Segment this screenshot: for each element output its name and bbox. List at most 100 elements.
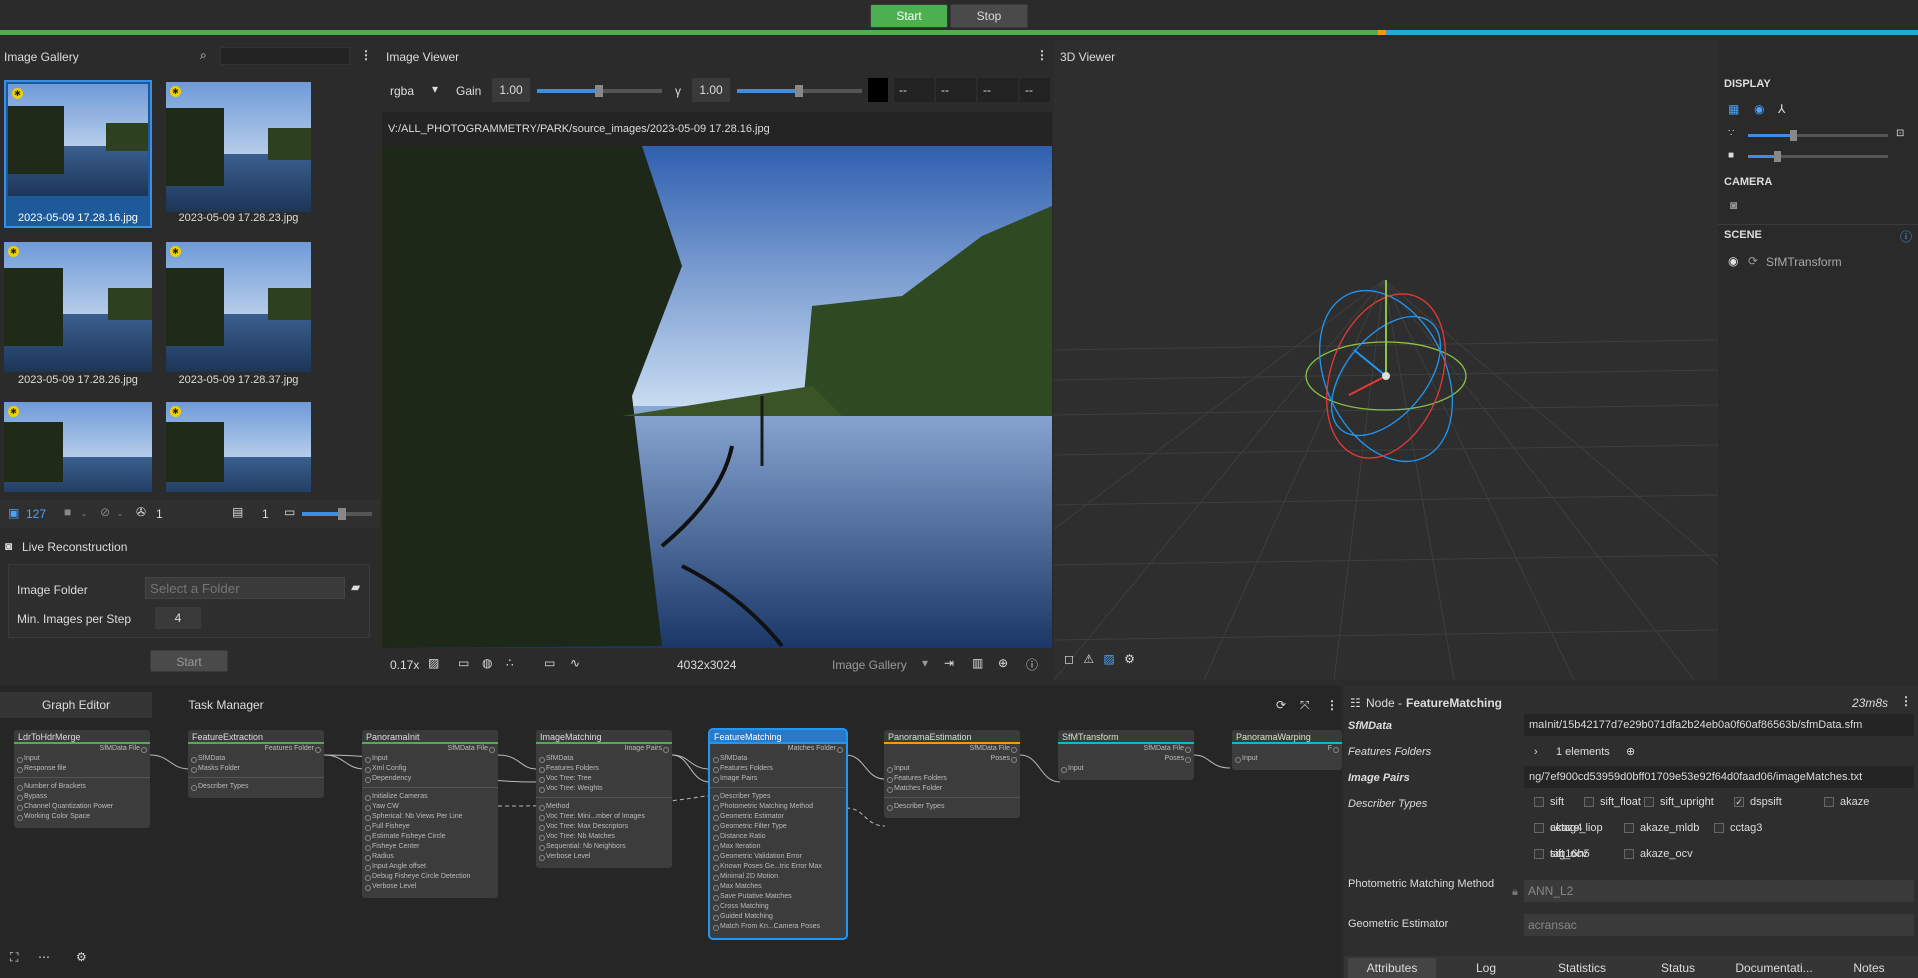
more-icon[interactable]: ⋮ — [1036, 48, 1048, 62]
node-param[interactable]: Initialize Cameras — [362, 792, 498, 802]
describer-checkbox[interactable]: sift_float — [1584, 796, 1641, 808]
node-param[interactable]: Photometric Matching Method — [710, 802, 846, 812]
node-param[interactable]: Geometric Estimator — [710, 812, 846, 822]
node-output[interactable]: SfMData File — [362, 744, 498, 754]
node-output[interactable]: SfMData File — [884, 744, 1020, 754]
node-input[interactable]: Input — [362, 754, 498, 764]
curve-icon[interactable]: ∿ — [570, 656, 580, 670]
channel-select[interactable]: rgba — [390, 84, 414, 98]
sfmdata-field[interactable]: maInit/15b42177d7e29b071dfa2b24eb0a0f60a… — [1524, 714, 1914, 736]
settings-icon[interactable]: ⚙ — [76, 950, 87, 964]
node-input[interactable]: Voc Tree: Tree — [536, 774, 672, 784]
histogram-icon[interactable]: ▥ — [972, 656, 983, 670]
eye-icon[interactable]: ◉ — [1728, 254, 1738, 268]
folder-icon[interactable]: ▰ — [351, 580, 360, 594]
node-input[interactable]: Input — [1058, 764, 1194, 774]
describer-checkbox[interactable]: tag16h5 — [1534, 848, 1590, 860]
node-param[interactable]: Spherical: Nb Views Per Line — [362, 812, 498, 822]
graph-node[interactable]: FeatureMatching Matches Folder SfMData Feat… — [708, 728, 848, 940]
thumbnail-size-slider[interactable] — [302, 508, 372, 520]
info-icon[interactable]: ⓘ — [1900, 228, 1912, 245]
node-param[interactable]: Verbose Level — [362, 882, 498, 892]
gallery-image[interactable]: ✱ — [8, 84, 148, 196]
scene-item[interactable]: SfMTransform — [1766, 255, 1842, 269]
node-param[interactable]: Channel Quantization Power — [14, 802, 150, 812]
node-param[interactable]: Describer Types — [710, 792, 846, 802]
image-icon[interactable]: ▣ — [8, 506, 19, 520]
node-input[interactable]: Voc Tree: Weights — [536, 784, 672, 794]
node-input[interactable]: SfMData — [536, 754, 672, 764]
node-output[interactable]: SfMData File — [1058, 744, 1194, 754]
gamma-slider[interactable] — [737, 85, 862, 97]
info-icon[interactable]: ⓘ — [1026, 656, 1038, 673]
node-input[interactable]: SfMData — [710, 754, 846, 764]
tab-notes[interactable]: Notes — [1824, 958, 1914, 978]
node-param[interactable]: Guided Matching — [710, 912, 846, 922]
export-icon[interactable]: ⇥ — [944, 656, 954, 670]
node-param[interactable]: Yaw CW — [362, 802, 498, 812]
node-param[interactable]: Max Iteration — [710, 842, 846, 852]
node-param[interactable]: Save Putative Matches — [710, 892, 846, 902]
graph-node[interactable]: LdrToHdrMerge SfMData File Input Response f… — [14, 730, 150, 828]
node-input[interactable]: Masks Folder — [188, 764, 324, 774]
node-output[interactable]: Matches Folder — [710, 744, 846, 754]
describer-checkbox[interactable]: ✓ dspsift — [1734, 796, 1782, 808]
intrinsics-icon[interactable]: ▤ — [232, 505, 243, 519]
node-input[interactable]: Features Folders — [536, 764, 672, 774]
image-pairs-field[interactable]: ng/7ef900cd53959d0bff01709e53e92f64d0faa… — [1524, 766, 1914, 788]
points-icon[interactable]: ∴ — [506, 656, 514, 670]
node-input[interactable]: Features Folders — [710, 764, 846, 774]
source-select[interactable]: Image Gallery — [832, 658, 907, 672]
node-input[interactable]: SfMData — [188, 754, 324, 764]
warning-icon[interactable]: ⚠ — [1083, 652, 1094, 666]
node-output[interactable]: SfMData File — [14, 744, 150, 754]
node-param[interactable]: Match From Kn...Camera Poses — [710, 922, 846, 932]
graph-node[interactable]: PanoramaWarping F Input — [1232, 730, 1342, 770]
node-output[interactable]: F — [1232, 744, 1342, 754]
tab-documentation[interactable]: Documentati... — [1728, 958, 1820, 978]
settings-icon[interactable]: ⚙ — [1124, 652, 1135, 666]
node-param[interactable]: Working Color Space — [14, 812, 150, 822]
describer-checkbox[interactable]: akaze — [1824, 796, 1869, 808]
camera-off-icon[interactable]: ⊘ — [100, 505, 110, 519]
node-param[interactable]: Bypass — [14, 792, 150, 802]
photometric-select[interactable]: ANN_L2 — [1524, 880, 1914, 902]
tab-statistics[interactable]: Statistics — [1536, 958, 1628, 978]
live-start-button[interactable]: Start — [150, 650, 228, 672]
node-input[interactable]: Matches Folder — [884, 784, 1020, 794]
node-input[interactable]: Input — [14, 754, 150, 764]
graph-node[interactable]: FeatureExtraction Features Folder SfMData M… — [188, 730, 324, 798]
describer-checkbox[interactable]: akaze_ocv — [1624, 848, 1693, 860]
node-input[interactable]: Image Pairs — [710, 774, 846, 784]
frame-icon[interactable]: ◻ — [1064, 652, 1074, 666]
grid-icon[interactable]: ▨ — [1103, 652, 1114, 666]
node-param[interactable]: Method — [536, 802, 672, 812]
node-param[interactable]: Estimate Fisheye Circle — [362, 832, 498, 842]
node-param[interactable]: Full Fisheye — [362, 822, 498, 832]
node-param[interactable]: Fisheye Center — [362, 842, 498, 852]
main-image[interactable] — [382, 146, 1052, 648]
describer-checkbox[interactable]: sift — [1534, 796, 1564, 808]
node-param[interactable]: Voc Tree: Nb Matches — [536, 832, 672, 842]
describer-checkbox[interactable]: cctag3 — [1714, 822, 1762, 834]
describer-checkbox[interactable]: sift_upright — [1644, 796, 1714, 808]
gallery-image[interactable]: ✱ — [166, 82, 311, 212]
node-output[interactable]: Poses — [1058, 754, 1194, 764]
graph-node[interactable]: PanoramaEstimation SfMData File Poses Input… — [884, 730, 1020, 818]
more-icon[interactable]: ⋮ — [360, 48, 372, 62]
chevron-down-icon[interactable]: ▾ — [432, 82, 438, 96]
node-input[interactable]: Input — [884, 764, 1020, 774]
min-images-stepper[interactable]: 4 — [155, 607, 201, 629]
node-input[interactable]: Dependency — [362, 774, 498, 784]
tab-attributes[interactable]: Attributes — [1348, 958, 1436, 978]
node-param[interactable]: Verbose Level — [536, 852, 672, 862]
node-param[interactable]: Max Matches — [710, 882, 846, 892]
describer-checkbox[interactable]: cctag4 — [1534, 822, 1582, 834]
fit-icon[interactable]: ⊡ — [1896, 128, 1904, 139]
node-param[interactable]: Describer Types — [884, 802, 1020, 812]
node-param[interactable]: Known Poses Ge...tric Error Max — [710, 862, 846, 872]
node-param[interactable]: Radius — [362, 852, 498, 862]
node-param[interactable]: Minimal 2D Motion — [710, 872, 846, 882]
chevron-right-icon[interactable]: › — [1534, 746, 1538, 758]
grid-icon[interactable]: ▦ — [1728, 102, 1739, 116]
